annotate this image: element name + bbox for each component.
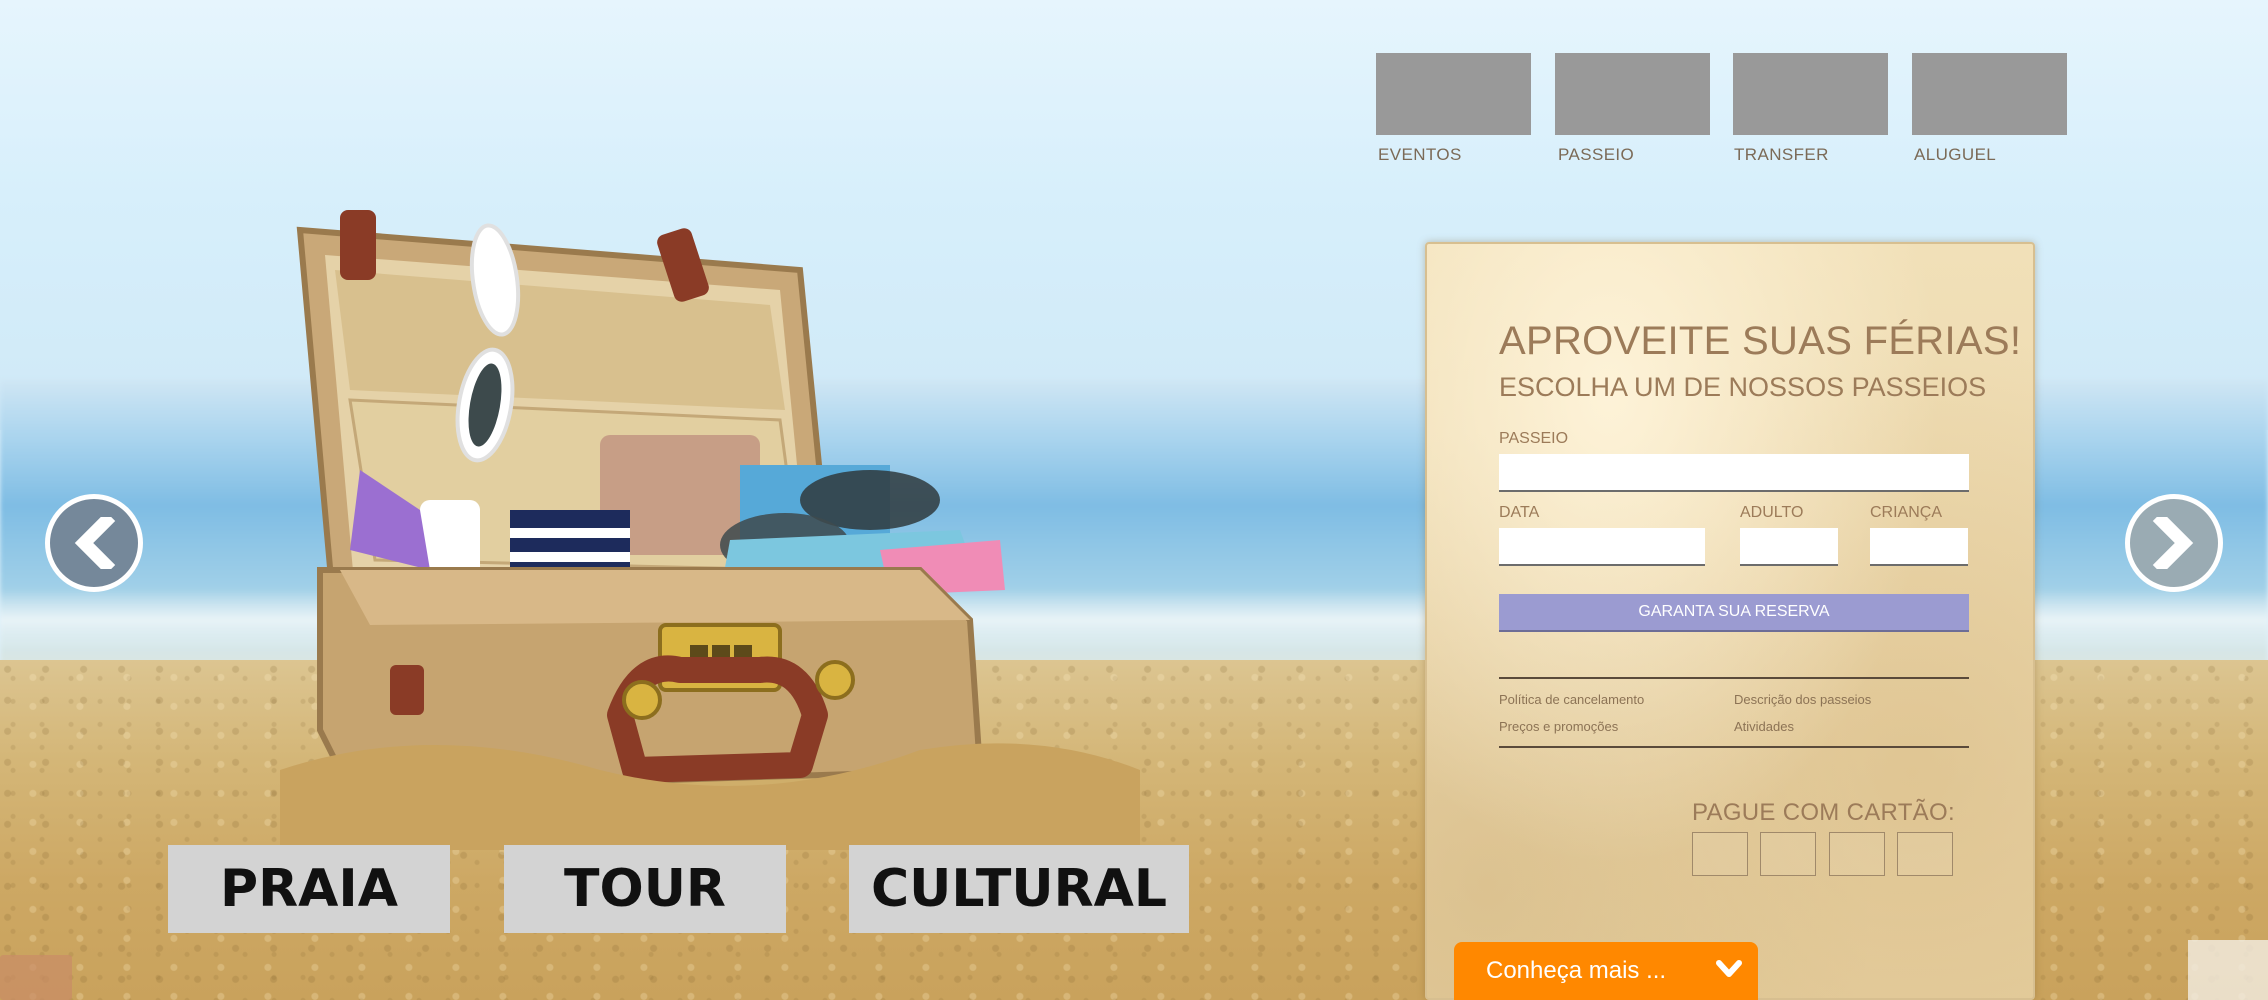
corner-decoration — [0, 955, 72, 1000]
reserve-button[interactable]: GARANTA SUA RESERVA — [1499, 594, 1969, 632]
crianca-input[interactable] — [1870, 528, 1968, 566]
booking-panel: APROVEITE SUAS FÉRIAS! ESCOLHA UM DE NOS… — [1425, 242, 2035, 1000]
card-logo-slot[interactable] — [1692, 832, 1748, 876]
category-tile-aluguel[interactable] — [1912, 53, 2067, 135]
card-logo-slot[interactable] — [1760, 832, 1816, 876]
card-logo-slot[interactable] — [1897, 832, 1953, 876]
crianca-label: CRIANÇA — [1870, 504, 1943, 521]
passeio-input[interactable] — [1499, 454, 1969, 492]
adulto-input[interactable] — [1740, 528, 1838, 566]
learn-more-button[interactable]: Conheça mais ... — [1454, 942, 1758, 1000]
suitcase-illustration — [280, 210, 1140, 850]
category-button-tour[interactable]: TOUR — [504, 845, 786, 933]
category-label-aluguel[interactable]: ALUGUEL — [1914, 145, 1996, 165]
category-label-passeio[interactable]: PASSEIO — [1558, 145, 1634, 165]
category-tile-eventos[interactable] — [1376, 53, 1531, 135]
passeio-label: PASSEIO — [1499, 430, 1569, 447]
adulto-label: ADULTO — [1740, 504, 1804, 521]
category-label-transfer[interactable]: TRANSFER — [1734, 145, 1829, 165]
category-tile-transfer[interactable] — [1733, 53, 1888, 135]
category-button-cultural[interactable]: CULTURAL — [849, 845, 1189, 933]
panel-subtitle: ESCOLHA UM DE NOSSOS PASSEIOS — [1499, 372, 1987, 402]
chevron-down-icon — [1716, 960, 1742, 977]
slider-next-button[interactable] — [2125, 494, 2223, 592]
chevron-right-icon — [2152, 517, 2194, 569]
slider-prev-button[interactable] — [45, 494, 143, 592]
link-precos-promocoes[interactable]: Preços e promoções — [1499, 719, 1618, 734]
links-bottom-divider — [1499, 746, 1969, 748]
category-label-eventos[interactable]: EVENTOS — [1378, 145, 1462, 165]
link-politica-cancelamento[interactable]: Política de cancelamento — [1499, 692, 1644, 707]
category-button-praia[interactable]: PRAIA — [168, 845, 450, 933]
category-tile-passeio[interactable] — [1555, 53, 1710, 135]
card-logo-slot[interactable] — [1829, 832, 1885, 876]
link-atividades[interactable]: Atividades — [1734, 719, 1794, 734]
panel-title: APROVEITE SUAS FÉRIAS! — [1499, 319, 2022, 363]
data-input[interactable] — [1499, 528, 1705, 566]
corner-decoration-right — [2188, 940, 2268, 1000]
learn-more-label: Conheça mais ... — [1486, 957, 1667, 984]
pay-with-card-label: PAGUE COM CARTÃO: — [1692, 799, 1955, 826]
chevron-left-icon — [74, 517, 116, 569]
data-label: DATA — [1499, 504, 1540, 521]
links-top-divider — [1499, 677, 1969, 679]
link-descricao-passeios[interactable]: Descrição dos passeios — [1734, 692, 1871, 707]
